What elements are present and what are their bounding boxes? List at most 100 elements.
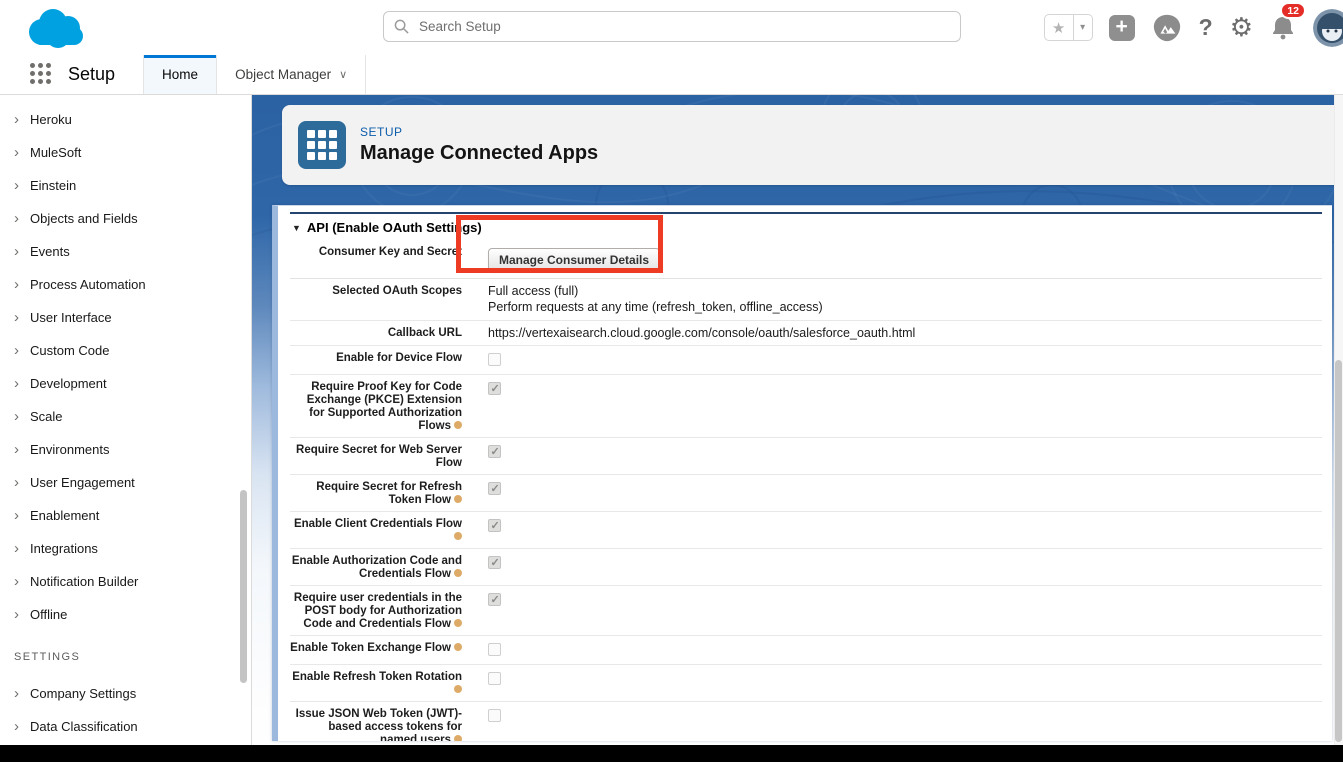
sidebar-item[interactable]: ›Events xyxy=(0,235,251,268)
connected-apps-icon xyxy=(298,121,346,169)
bottom-letterbox-bar xyxy=(0,745,1343,762)
info-icon[interactable] xyxy=(454,495,462,503)
sidebar-item-label: MuleSoft xyxy=(30,145,81,160)
sidebar-item[interactable]: ›Heroku xyxy=(0,103,251,136)
collapse-triangle-icon: ▼ xyxy=(292,223,301,233)
checkbox-checked[interactable] xyxy=(488,382,501,395)
sidebar-item-label: Process Automation xyxy=(30,277,146,292)
row-label: Require Secret for Web Server Flow xyxy=(290,442,462,470)
help-button[interactable]: ? xyxy=(1199,14,1213,41)
tab-home-label: Home xyxy=(162,67,198,82)
help-icon: ? xyxy=(1199,14,1213,41)
sidebar-section-settings: SETTINGS xyxy=(0,637,251,677)
sidebar-item[interactable]: ›Notification Builder xyxy=(0,565,251,598)
sidebar-scrollbar[interactable] xyxy=(240,490,247,683)
oauth-settings-panel: ▼ API (Enable OAuth Settings) Consumer K… xyxy=(272,205,1332,741)
guidance-center-button[interactable] xyxy=(1152,13,1182,43)
chevron-right-icon: › xyxy=(14,409,30,424)
chevron-right-icon: › xyxy=(14,244,30,259)
sidebar-item-label: Heroku xyxy=(30,112,72,127)
sidebar-item[interactable]: ›Process Automation xyxy=(0,268,251,301)
row-label: Enable for Device Flow xyxy=(290,350,462,370)
section-title: API (Enable OAuth Settings) xyxy=(307,220,482,235)
row-value xyxy=(462,590,501,631)
row-value xyxy=(462,442,501,470)
sidebar-item-label: Enablement xyxy=(30,508,99,523)
chevron-right-icon: › xyxy=(14,686,30,701)
sidebar-item[interactable]: ›Company Settings xyxy=(0,677,251,710)
sidebar-item-label: Einstein xyxy=(30,178,76,193)
search-input[interactable] xyxy=(419,19,950,34)
settings-row: Issue JSON Web Token (JWT)-based access … xyxy=(290,702,1322,741)
chevron-right-icon: › xyxy=(14,277,30,292)
favorite-star-icon[interactable]: ★ xyxy=(1044,14,1074,41)
notifications-button[interactable]: 12 xyxy=(1270,14,1296,41)
sidebar-item[interactable]: ›User Interface xyxy=(0,301,251,334)
checkbox-unchecked[interactable] xyxy=(488,672,501,685)
sidebar-item[interactable]: ›Development xyxy=(0,367,251,400)
sidebar-item[interactable]: ›Einstein xyxy=(0,169,251,202)
setup-gear-button[interactable]: ⚙ xyxy=(1230,12,1253,43)
salesforce-logo-icon[interactable] xyxy=(22,5,90,51)
info-icon[interactable] xyxy=(454,643,462,651)
checkbox-unchecked[interactable] xyxy=(488,709,501,722)
sidebar-item[interactable]: ›Environments xyxy=(0,433,251,466)
row-label: Enable Client Credentials Flow xyxy=(290,516,462,544)
checkbox-checked[interactable] xyxy=(488,556,501,569)
sidebar-item[interactable]: ›Data Classification xyxy=(0,710,251,743)
checkbox-unchecked[interactable] xyxy=(488,643,501,656)
checkbox-checked[interactable] xyxy=(488,445,501,458)
info-icon[interactable] xyxy=(454,685,462,693)
row-label: Callback URL xyxy=(290,325,462,341)
main-scrollbar-track[interactable] xyxy=(1334,95,1343,745)
quick-create-button[interactable]: + xyxy=(1109,15,1135,41)
row-value xyxy=(462,706,501,741)
info-icon[interactable] xyxy=(454,619,462,627)
settings-row: Require Secret for Refresh Token Flow xyxy=(290,475,1322,512)
user-avatar[interactable] xyxy=(1313,9,1343,47)
search-icon xyxy=(394,19,409,34)
tab-home[interactable]: Home xyxy=(143,55,216,94)
sidebar-item-label: Custom Code xyxy=(30,343,109,358)
checkbox-unchecked[interactable] xyxy=(488,353,501,366)
info-icon[interactable] xyxy=(454,735,462,741)
sidebar-item[interactable]: ›Offline xyxy=(0,598,251,631)
breadcrumb: SETUP xyxy=(360,125,598,139)
avatar-astro-icon xyxy=(1313,9,1343,47)
row-value xyxy=(462,379,501,433)
salesforce-setup-window: ★ ▾ + ? ⚙ xyxy=(0,0,1343,762)
manage-consumer-details-button[interactable]: Manage Consumer Details xyxy=(488,248,660,272)
sidebar-item[interactable]: ›Custom Code xyxy=(0,334,251,367)
chevron-right-icon: › xyxy=(14,541,30,556)
sidebar-item[interactable]: ›Objects and Fields xyxy=(0,202,251,235)
settings-row: Enable for Device Flow xyxy=(290,346,1322,375)
chevron-right-icon: › xyxy=(14,112,30,127)
info-icon[interactable] xyxy=(454,532,462,540)
tab-object-manager[interactable]: Object Manager ∨ xyxy=(216,55,366,94)
chevron-right-icon: › xyxy=(14,719,30,734)
chevron-right-icon: › xyxy=(14,475,30,490)
app-launcher-icon[interactable] xyxy=(30,63,54,87)
section-header[interactable]: ▼ API (Enable OAuth Settings) xyxy=(290,212,1322,240)
favorites-dropdown-icon[interactable]: ▾ xyxy=(1074,14,1093,41)
row-label: Require user credentials in the POST bod… xyxy=(290,590,462,631)
info-icon[interactable] xyxy=(454,421,462,429)
tab-object-manager-label: Object Manager xyxy=(235,67,331,82)
row-value xyxy=(462,350,501,370)
checkbox-checked[interactable] xyxy=(488,519,501,532)
checkbox-checked[interactable] xyxy=(488,482,501,495)
chevron-right-icon: › xyxy=(14,211,30,226)
checkbox-checked[interactable] xyxy=(488,593,501,606)
sidebar-item[interactable]: ›User Engagement xyxy=(0,466,251,499)
sidebar-item[interactable]: ›MuleSoft xyxy=(0,136,251,169)
chevron-right-icon: › xyxy=(14,343,30,358)
main-scrollbar-thumb[interactable] xyxy=(1335,360,1342,742)
favorites-control: ★ ▾ xyxy=(1044,14,1093,41)
sidebar-item-label: User Interface xyxy=(30,310,112,325)
sidebar-item[interactable]: ›Scale xyxy=(0,400,251,433)
sidebar-item[interactable]: ›Enablement xyxy=(0,499,251,532)
settings-row: Selected OAuth ScopesFull access (full)P… xyxy=(290,279,1322,321)
row-label: Consumer Key and Secret xyxy=(290,244,462,274)
sidebar-item[interactable]: ›Integrations xyxy=(0,532,251,565)
info-icon[interactable] xyxy=(454,569,462,577)
